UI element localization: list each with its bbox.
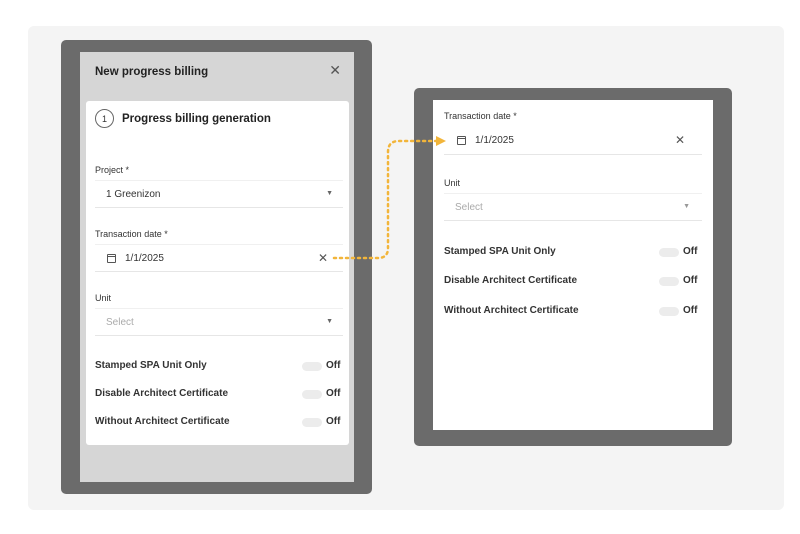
zoom-connector-arrow <box>332 136 446 260</box>
